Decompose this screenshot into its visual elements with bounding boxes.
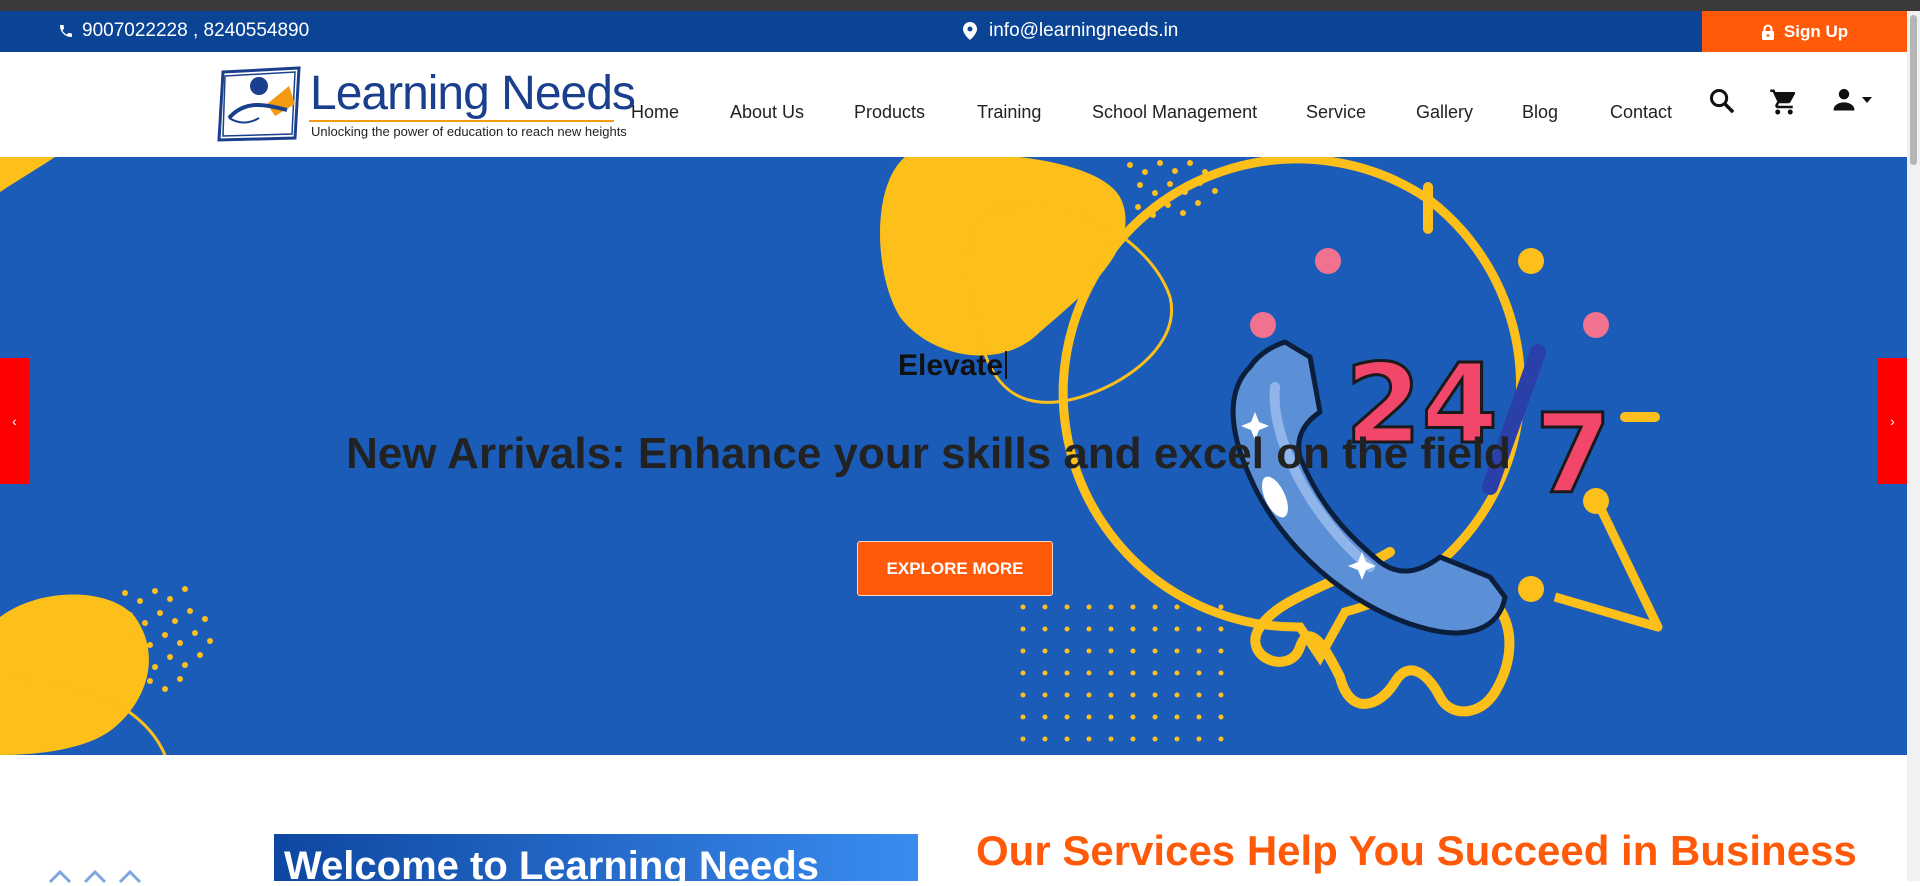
sign-up-label: Sign Up — [1783, 21, 1849, 41]
hero-typing-label: Elevate — [898, 349, 1008, 383]
hero-title-text: New Arrivals: Enhance your skills and ex… — [346, 429, 1511, 478]
main-navigation: Home About Us Products Training School M… — [0, 102, 1700, 132]
nav-item-school-management[interactable]: School Management — [1092, 102, 1257, 123]
nav-item-service[interactable]: Service — [1306, 102, 1366, 123]
scrollbar-thumb[interactable] — [1910, 15, 1917, 165]
welcome-banner: Welcome to Learning Needs — [274, 834, 918, 881]
left-decorative-chevrons-icon — [48, 869, 142, 884]
browser-top-edge — [0, 0, 1920, 11]
sign-up-button[interactable]: Sign Up — [1702, 11, 1907, 52]
nav-item-about-us[interactable]: About Us — [730, 102, 804, 123]
nav-item-gallery[interactable]: Gallery — [1416, 102, 1473, 123]
phone-contact[interactable]: 9007022228 , 8240554890 — [58, 20, 309, 42]
contact-topbar: 9007022228 , 8240554890 info@learningnee… — [0, 11, 1907, 52]
nav-item-contact[interactable]: Contact — [1610, 102, 1672, 123]
services-heading: Our Services Help You Succeed in Busines… — [976, 827, 1857, 874]
caret-down-icon — [1862, 97, 1872, 103]
nav-item-products[interactable]: Products — [854, 102, 925, 123]
slider-prev-button[interactable]: ‹ — [0, 358, 29, 484]
nav-item-training[interactable]: Training — [977, 102, 1041, 123]
account-menu[interactable] — [1830, 86, 1872, 114]
site-header: Learning Needs Unlocking the power of ed… — [0, 52, 1907, 157]
location-pin-icon — [963, 22, 977, 40]
nav-item-blog[interactable]: Blog — [1522, 102, 1558, 123]
phone-numbers: 9007022228 , 8240554890 — [82, 20, 310, 41]
typing-caret — [1005, 351, 1008, 379]
hero-slider: 24 7 Elevate New Arrivals: Enhance your … — [0, 157, 1907, 755]
lock-icon — [1761, 24, 1774, 40]
hero-typing-text: Elevate — [898, 349, 1004, 382]
search-icon[interactable] — [1708, 87, 1736, 115]
email-address: info@learningneeds.in — [989, 20, 1179, 41]
page-scrollbar[interactable] — [1907, 11, 1920, 881]
account-icon — [1833, 88, 1855, 111]
phone-icon — [60, 25, 72, 37]
nav-item-home[interactable]: Home — [631, 102, 679, 123]
explore-more-button[interactable]: EXPLORE MORE — [857, 541, 1053, 596]
welcome-heading: Welcome to Learning Needs — [284, 844, 819, 881]
hero-title: New Arrivals: Enhance your skills and ex… — [0, 429, 1907, 479]
email-contact[interactable]: info@learningneeds.in — [963, 20, 1178, 42]
slider-next-button[interactable]: › — [1878, 358, 1907, 484]
cart-icon[interactable] — [1769, 87, 1799, 117]
